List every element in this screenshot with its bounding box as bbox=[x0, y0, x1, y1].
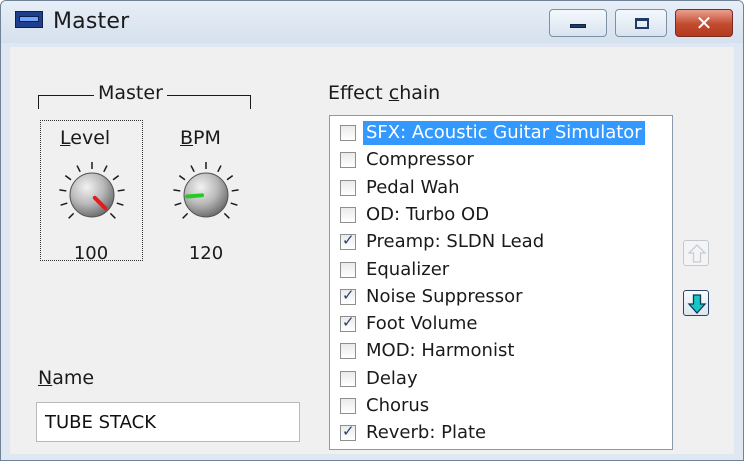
knob-tick bbox=[230, 202, 238, 206]
effect-item-label: Reverb: Plate bbox=[366, 422, 487, 444]
effect-checkbox[interactable] bbox=[340, 152, 356, 169]
group-frame-right bbox=[250, 95, 251, 109]
knob-pointer bbox=[185, 193, 205, 199]
effect-checkbox[interactable]: ✓ bbox=[340, 422, 356, 442]
maximize-icon bbox=[635, 18, 649, 29]
knob-tick bbox=[68, 212, 75, 219]
effect-checkbox[interactable]: ✓ bbox=[340, 231, 356, 251]
knob-tick bbox=[117, 189, 125, 192]
effect-item[interactable]: Pedal Wah bbox=[330, 175, 672, 201]
effect-item-label: Pedal Wah bbox=[366, 176, 460, 198]
knob-tick bbox=[178, 174, 186, 181]
level-value: 100 bbox=[73, 243, 109, 264]
effect-item-label: Preamp: SLDN Lead bbox=[366, 231, 545, 253]
dialog-client: Master Level BPM 100 120 Name TUBE STACK… bbox=[10, 47, 734, 454]
knob-tick bbox=[190, 165, 195, 173]
knob-tick bbox=[59, 189, 67, 192]
effect-checkbox[interactable] bbox=[340, 179, 356, 196]
effect-item-label: Chorus bbox=[366, 395, 430, 416]
group-frame-left bbox=[38, 95, 39, 109]
knob-tick bbox=[109, 212, 116, 219]
close-button[interactable]: ✕ bbox=[675, 9, 733, 37]
effect-checkbox[interactable] bbox=[340, 343, 356, 360]
knob-tick bbox=[223, 212, 230, 219]
effect-item-label: Noise Suppressor bbox=[366, 285, 523, 307]
effect-checkbox[interactable]: ✓ bbox=[340, 285, 356, 305]
effect-item[interactable]: ✓ Noise Suppressor bbox=[330, 284, 672, 310]
device-icon bbox=[15, 11, 43, 28]
effect-item[interactable]: ✓ Preamp: SLDN Lead bbox=[330, 229, 672, 255]
master-window: Master ✕ Master Level BPM 100 120 Name T… bbox=[0, 0, 744, 461]
bpm-label: BPM bbox=[180, 127, 221, 149]
effect-checkbox[interactable] bbox=[340, 370, 356, 387]
effect-checkbox[interactable] bbox=[340, 398, 356, 414]
knob-tick bbox=[173, 189, 181, 192]
bpm-value: 120 bbox=[188, 243, 224, 264]
arrow-up-icon bbox=[687, 244, 707, 263]
effect-item[interactable]: Chorus bbox=[330, 393, 672, 419]
knob-tick bbox=[226, 174, 234, 181]
effect-chain-label: Effect chain bbox=[328, 82, 441, 104]
effect-item-label: SFX: Acoustic Guitar Simulator bbox=[363, 121, 645, 145]
effect-chain-list[interactable]: SFX: Acoustic Guitar Simulator Compressor… bbox=[329, 115, 673, 450]
effect-item[interactable]: Compressor bbox=[330, 147, 672, 173]
effect-checkbox[interactable]: ✓ bbox=[340, 313, 356, 333]
group-title: Master bbox=[94, 82, 167, 104]
move-down-button[interactable] bbox=[683, 290, 709, 316]
maximize-button[interactable] bbox=[615, 9, 667, 37]
effect-checkbox[interactable] bbox=[340, 261, 356, 278]
checkmark-icon: ✓ bbox=[342, 285, 355, 304]
move-up-button[interactable] bbox=[683, 240, 709, 266]
checkmark-icon: ✓ bbox=[342, 422, 355, 441]
knob-tick bbox=[217, 165, 222, 173]
effect-checkbox[interactable] bbox=[340, 125, 356, 141]
level-knob[interactable] bbox=[50, 153, 134, 237]
effect-item[interactable]: MOD: Harmonist bbox=[330, 338, 672, 364]
knob-tick bbox=[112, 174, 120, 181]
bpm-knob[interactable] bbox=[164, 153, 248, 237]
knob-tick bbox=[116, 202, 124, 206]
minimize-button[interactable] bbox=[549, 9, 607, 37]
knob-tick bbox=[60, 202, 68, 206]
arrow-down-icon bbox=[687, 294, 707, 314]
effect-item[interactable]: SFX: Acoustic Guitar Simulator bbox=[330, 120, 672, 146]
knob-body bbox=[69, 172, 115, 218]
knob-tick bbox=[103, 165, 108, 173]
level-label: Level bbox=[60, 127, 111, 149]
knob-tick bbox=[64, 174, 72, 181]
checkmark-icon: ✓ bbox=[342, 313, 355, 332]
window-title: Master bbox=[53, 9, 130, 34]
name-input[interactable]: TUBE STACK bbox=[36, 402, 300, 442]
effect-item-label: Delay bbox=[366, 367, 418, 389]
effect-item[interactable]: OD: Turbo OD bbox=[330, 202, 672, 228]
effect-item[interactable]: ✓ Foot Volume bbox=[330, 311, 672, 337]
knob-tick bbox=[182, 212, 189, 219]
knob-tick bbox=[231, 189, 239, 192]
effect-item-label: Equalizer bbox=[366, 258, 450, 280]
effect-item-label: Foot Volume bbox=[366, 313, 478, 335]
effect-item[interactable]: Delay bbox=[330, 366, 672, 392]
checkmark-icon: ✓ bbox=[342, 231, 355, 250]
effect-item-label: MOD: Harmonist bbox=[366, 340, 515, 362]
close-icon: ✕ bbox=[695, 11, 713, 35]
effect-checkbox[interactable] bbox=[340, 206, 356, 223]
effect-item-label: Compressor bbox=[366, 149, 474, 171]
effect-item-label: OD: Turbo OD bbox=[366, 203, 490, 225]
knob-tick bbox=[174, 202, 182, 206]
effect-item[interactable]: ✓ Reverb: Plate bbox=[330, 420, 672, 446]
minimize-icon bbox=[570, 24, 586, 28]
title-bar[interactable]: Master ✕ bbox=[1, 1, 743, 43]
effect-item[interactable]: Equalizer bbox=[330, 257, 672, 283]
name-label: Name bbox=[38, 367, 95, 389]
knob-tick bbox=[76, 165, 81, 173]
